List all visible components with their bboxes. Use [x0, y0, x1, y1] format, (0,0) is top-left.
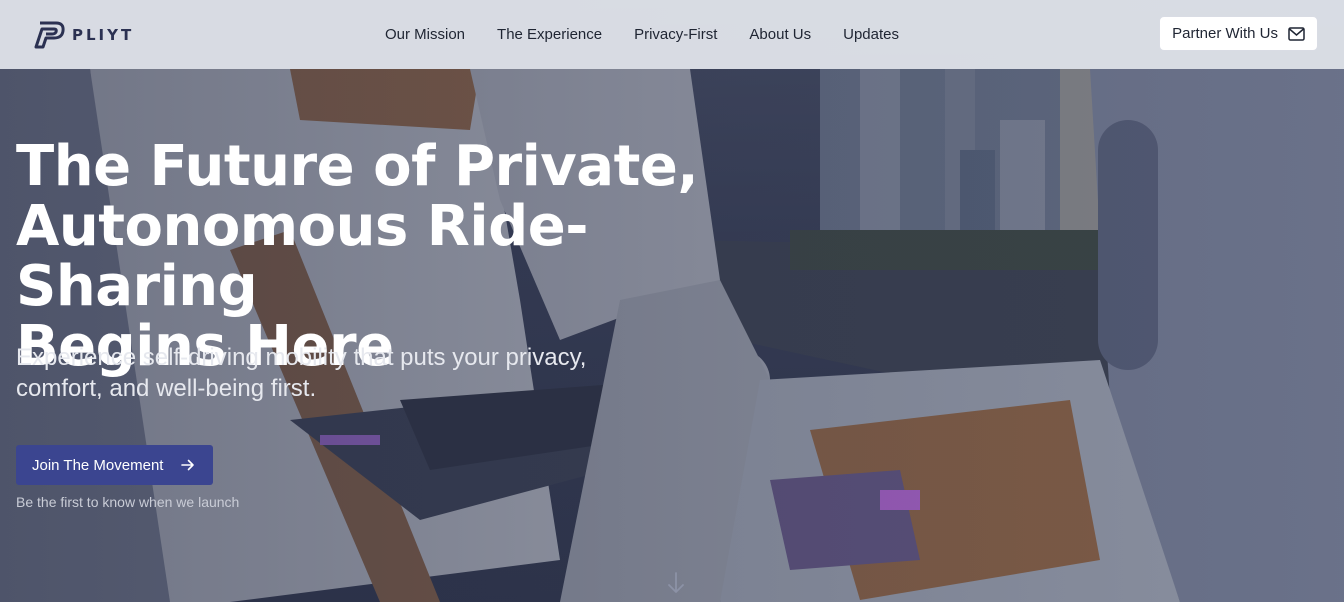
nav-item-the-experience[interactable]: The Experience — [497, 26, 602, 43]
mail-icon — [1288, 26, 1305, 41]
nav-item-about-us[interactable]: About Us — [749, 26, 811, 43]
hero-subtitle-line-1: Experience self-driving mobility that pu… — [16, 344, 587, 371]
hero-title-line-2: Autonomous Ride-Sharing — [16, 194, 588, 319]
cta-button-label: Join The Movement — [32, 456, 164, 474]
main-nav: Our Mission The Experience Privacy-First… — [385, 0, 899, 69]
site-header: PLIYT Our Mission The Experience Privacy… — [0, 0, 1344, 69]
cta-note: Be the first to know when we launch — [16, 494, 240, 510]
nav-item-privacy-first[interactable]: Privacy-First — [634, 26, 717, 43]
arrow-right-icon — [181, 459, 195, 471]
nav-item-updates[interactable]: Updates — [843, 26, 899, 43]
hero-title: The Future of Private, Autonomous Ride-S… — [16, 137, 816, 377]
join-the-movement-button[interactable]: Join The Movement — [16, 445, 213, 485]
arrow-down-icon[interactable] — [666, 572, 686, 594]
nav-item-our-mission[interactable]: Our Mission — [385, 26, 465, 43]
hero-subtitle: Experience self-driving mobility that pu… — [16, 342, 656, 404]
hero-title-line-1: The Future of Private, — [16, 134, 699, 199]
hero-subtitle-line-2: comfort, and well-being first. — [16, 375, 317, 402]
logo-mark-icon — [34, 21, 65, 48]
partner-with-us-button[interactable]: Partner With Us — [1159, 16, 1318, 51]
partner-button-label: Partner With Us — [1172, 25, 1278, 42]
brand-logo[interactable]: PLIYT — [34, 21, 334, 49]
brand-name: PLIYT — [72, 25, 135, 44]
